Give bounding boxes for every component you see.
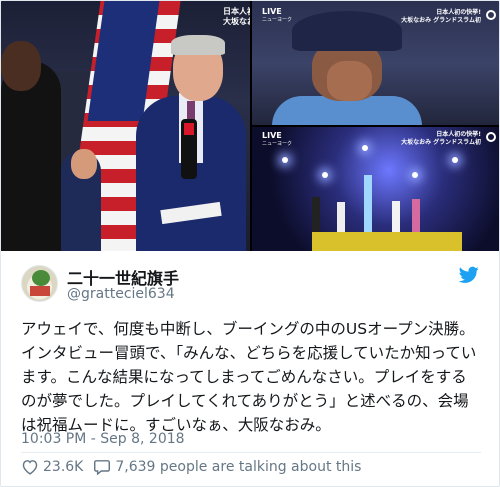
avatar-flag — [30, 286, 50, 296]
mic-logo — [184, 123, 194, 135]
ballboy-head — [71, 149, 97, 179]
tweet-embed-card: 日本人初の 大坂なおみ グラント LIVE ニューヨーク 日本人初の快挙! 大坂… — [0, 0, 500, 487]
author-handle[interactable]: @gratteciel634 — [67, 286, 175, 302]
live-label: LIVE — [262, 131, 282, 140]
stage-light — [282, 157, 288, 163]
main-overlay-text: 日本人初の 大坂なおみ グラント — [223, 7, 250, 26]
interviewer-hair — [171, 35, 225, 55]
stage-light — [452, 157, 458, 163]
avatar[interactable] — [21, 265, 58, 302]
channel-badge-icon — [486, 132, 496, 142]
tweet-timestamp[interactable]: 10:03 PM - Sep 8, 2018 — [21, 431, 185, 447]
player-head — [1, 41, 41, 91]
stage-light — [362, 145, 368, 151]
avatar-tree — [32, 270, 50, 286]
live-badge: LIVE ニューヨーク — [262, 131, 292, 147]
ceremony-person — [364, 175, 372, 237]
divider — [21, 452, 481, 453]
like-count: 23.6K — [43, 459, 84, 475]
speech-bubble-icon — [94, 460, 111, 475]
player-cap — [292, 11, 402, 51]
media-grid[interactable]: 日本人初の 大坂なおみ グラント LIVE ニューヨーク 日本人初の快挙! 大坂… — [1, 1, 499, 251]
photo-interview[interactable]: 日本人初の 大坂なおみ グラント — [1, 1, 250, 251]
photo-crying[interactable]: LIVE ニューヨーク 日本人初の快挙! 大坂なおみ グランドスラム初 — [252, 1, 499, 125]
twitter-bird-icon[interactable] — [459, 266, 479, 284]
player-hand — [327, 61, 372, 101]
player-figure — [1, 61, 61, 251]
heart-icon — [22, 460, 38, 475]
tweet-text: アウェイで、何度も中断し、ブーイングの中のUSオープン決勝。インタビュー冒頭で、… — [21, 320, 477, 434]
like-action[interactable]: 23.6K — [21, 459, 83, 475]
photo-ceremony[interactable]: LIVE ニューヨーク 日本人初の快挙! 大坂なおみ グランドスラム初 — [252, 127, 499, 251]
ceremony-person — [312, 197, 320, 237]
live-sub: ニューヨーク — [262, 141, 293, 147]
reply-action[interactable]: 7,639 people are talking about this — [93, 459, 361, 475]
talking-count: 7,639 people are talking about this — [115, 459, 362, 475]
live-sub: ニューヨーク — [262, 17, 293, 23]
news-ticker: 日本人初の快挙! 大坂なおみ グランドスラム初 — [401, 9, 481, 24]
news-ticker: 日本人初の快挙! 大坂なおみ グランドスラム初 — [401, 131, 481, 146]
stage-platform — [312, 232, 462, 251]
live-badge: LIVE ニューヨーク — [262, 7, 292, 23]
live-label: LIVE — [262, 7, 282, 16]
tweet-actions: 23.6K 7,639 people are talking about thi… — [21, 457, 371, 477]
stage-light — [322, 172, 328, 178]
stage-light — [412, 172, 418, 178]
channel-badge-icon — [486, 10, 496, 20]
